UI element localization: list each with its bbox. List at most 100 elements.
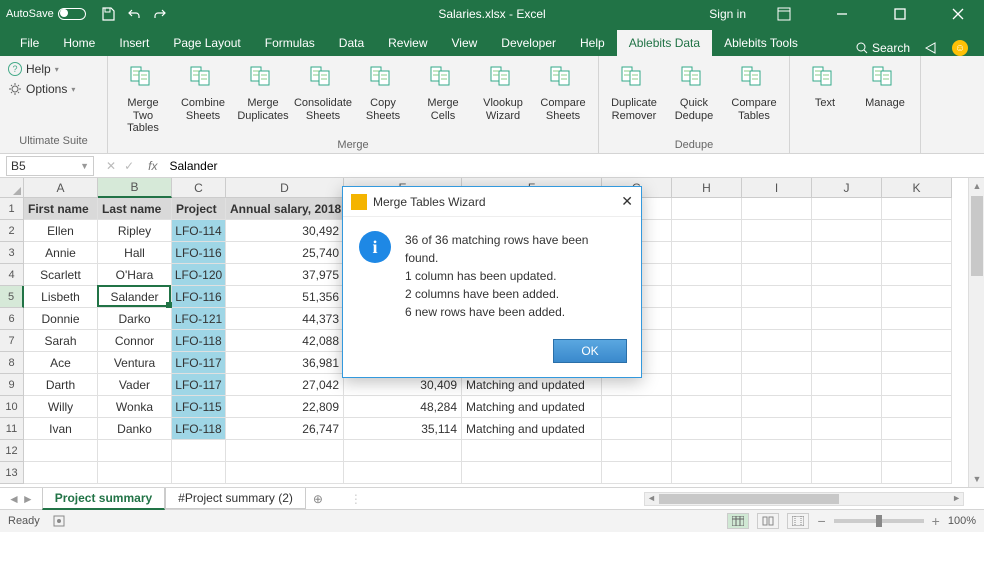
cell[interactable]	[742, 352, 812, 374]
cell[interactable]	[462, 440, 602, 462]
autosave-toggle[interactable]: AutoSave	[6, 8, 86, 20]
accept-formula-icon[interactable]: ✓	[124, 159, 134, 173]
cell[interactable]	[672, 440, 742, 462]
normal-view-button[interactable]	[727, 513, 749, 529]
cell[interactable]	[742, 220, 812, 242]
cell[interactable]	[672, 286, 742, 308]
add-sheet-button[interactable]: ⊕	[306, 492, 330, 506]
cell[interactable]	[672, 396, 742, 418]
cell[interactable]	[812, 242, 882, 264]
cancel-formula-icon[interactable]: ✕	[106, 159, 116, 173]
scroll-up-icon[interactable]: ▲	[969, 178, 984, 194]
cell[interactable]: 37,975	[226, 264, 344, 286]
row-header[interactable]: 12	[0, 440, 24, 462]
cell[interactable]	[672, 220, 742, 242]
macro-record-icon[interactable]	[52, 514, 66, 528]
sign-in-link[interactable]: Sign in	[709, 7, 746, 21]
tab-ablebits-data[interactable]: Ablebits Data	[617, 30, 712, 56]
cell[interactable]	[812, 462, 882, 484]
row-header[interactable]: 2	[0, 220, 24, 242]
scroll-right-icon[interactable]: ►	[952, 493, 961, 503]
ok-button[interactable]: OK	[553, 339, 627, 363]
zoom-thumb[interactable]	[876, 515, 882, 527]
page-layout-view-button[interactable]	[757, 513, 779, 529]
page-break-view-button[interactable]	[787, 513, 809, 529]
cell[interactable]: 22,809	[226, 396, 344, 418]
zoom-in-button[interactable]: +	[932, 513, 940, 529]
tab-home[interactable]: Home	[51, 30, 107, 56]
help-button[interactable]: ? Help ▾	[8, 62, 99, 76]
tab-help[interactable]: Help	[568, 30, 617, 56]
tab-data[interactable]: Data	[327, 30, 376, 56]
cell[interactable]: LFO-114	[172, 220, 226, 242]
cell[interactable]	[882, 396, 952, 418]
vertical-scrollbar[interactable]: ▲ ▼	[968, 178, 984, 487]
toggle-switch-icon[interactable]	[58, 8, 86, 20]
cell[interactable]	[882, 242, 952, 264]
cell[interactable]: LFO-117	[172, 374, 226, 396]
header-cell[interactable]: First name	[24, 198, 98, 220]
cell[interactable]	[672, 418, 742, 440]
fx-icon[interactable]: fx	[142, 159, 163, 173]
cell[interactable]: Salander	[98, 286, 172, 308]
scroll-down-icon[interactable]: ▼	[969, 471, 984, 487]
cell[interactable]	[226, 462, 344, 484]
tab-ablebits-tools[interactable]: Ablebits Tools	[712, 30, 810, 56]
ribbon-options-icon[interactable]	[764, 0, 804, 28]
row-header[interactable]: 4	[0, 264, 24, 286]
ribbon-merge-duplicates[interactable]: MergeDuplicates	[234, 60, 292, 137]
sheet-nav[interactable]: ◄►	[0, 492, 42, 506]
cell[interactable]	[812, 286, 882, 308]
cell[interactable]	[742, 462, 812, 484]
cell[interactable]: Ellen	[24, 220, 98, 242]
row-header[interactable]: 1	[0, 198, 24, 220]
cell[interactable]	[24, 440, 98, 462]
row-header[interactable]: 9	[0, 374, 24, 396]
header-cell[interactable]: Annual salary, 2018	[226, 198, 344, 220]
row-header[interactable]: 10	[0, 396, 24, 418]
column-header[interactable]: D	[226, 178, 344, 198]
cell[interactable]: 35,114	[344, 418, 462, 440]
cell[interactable]	[812, 374, 882, 396]
formula-input[interactable]	[163, 156, 984, 176]
cell[interactable]	[742, 396, 812, 418]
dropdown-icon[interactable]: ▼	[80, 161, 89, 171]
cell[interactable]: LFO-116	[172, 242, 226, 264]
scroll-thumb[interactable]	[659, 494, 839, 504]
cell[interactable]	[812, 440, 882, 462]
tab-insert[interactable]: Insert	[107, 30, 161, 56]
column-header[interactable]: H	[672, 178, 742, 198]
cell[interactable]: Ace	[24, 352, 98, 374]
cell[interactable]	[742, 242, 812, 264]
cell[interactable]	[672, 330, 742, 352]
ribbon-combine-sheets[interactable]: CombineSheets	[174, 60, 232, 137]
ribbon-duplicate-remover[interactable]: DuplicateRemover	[605, 60, 663, 137]
undo-icon[interactable]	[126, 6, 142, 22]
cell[interactable]: Wonka	[98, 396, 172, 418]
cell[interactable]	[672, 374, 742, 396]
cell[interactable]: Matching and updated	[462, 418, 602, 440]
cell[interactable]	[812, 330, 882, 352]
ribbon-merge-cells[interactable]: MergeCells	[414, 60, 472, 137]
row-header[interactable]: 8	[0, 352, 24, 374]
cell[interactable]: Donnie	[24, 308, 98, 330]
cell[interactable]	[672, 242, 742, 264]
tab-view[interactable]: View	[440, 30, 490, 56]
row-header[interactable]: 5	[0, 286, 24, 308]
column-header[interactable]: B	[98, 178, 172, 198]
cell[interactable]	[672, 462, 742, 484]
header-cell[interactable]	[672, 198, 742, 220]
sheet-tab-active[interactable]: Project summary	[42, 488, 165, 510]
cell[interactable]	[812, 220, 882, 242]
cell[interactable]: O'Hara	[98, 264, 172, 286]
header-cell[interactable]	[742, 198, 812, 220]
share-icon[interactable]	[924, 41, 938, 55]
cell[interactable]	[462, 462, 602, 484]
cell[interactable]	[172, 440, 226, 462]
row-header[interactable]: 13	[0, 462, 24, 484]
cell[interactable]	[344, 440, 462, 462]
cell[interactable]	[24, 462, 98, 484]
ribbon-merge-two-tables[interactable]: MergeTwo Tables	[114, 60, 172, 137]
column-header[interactable]: J	[812, 178, 882, 198]
cell[interactable]	[742, 418, 812, 440]
